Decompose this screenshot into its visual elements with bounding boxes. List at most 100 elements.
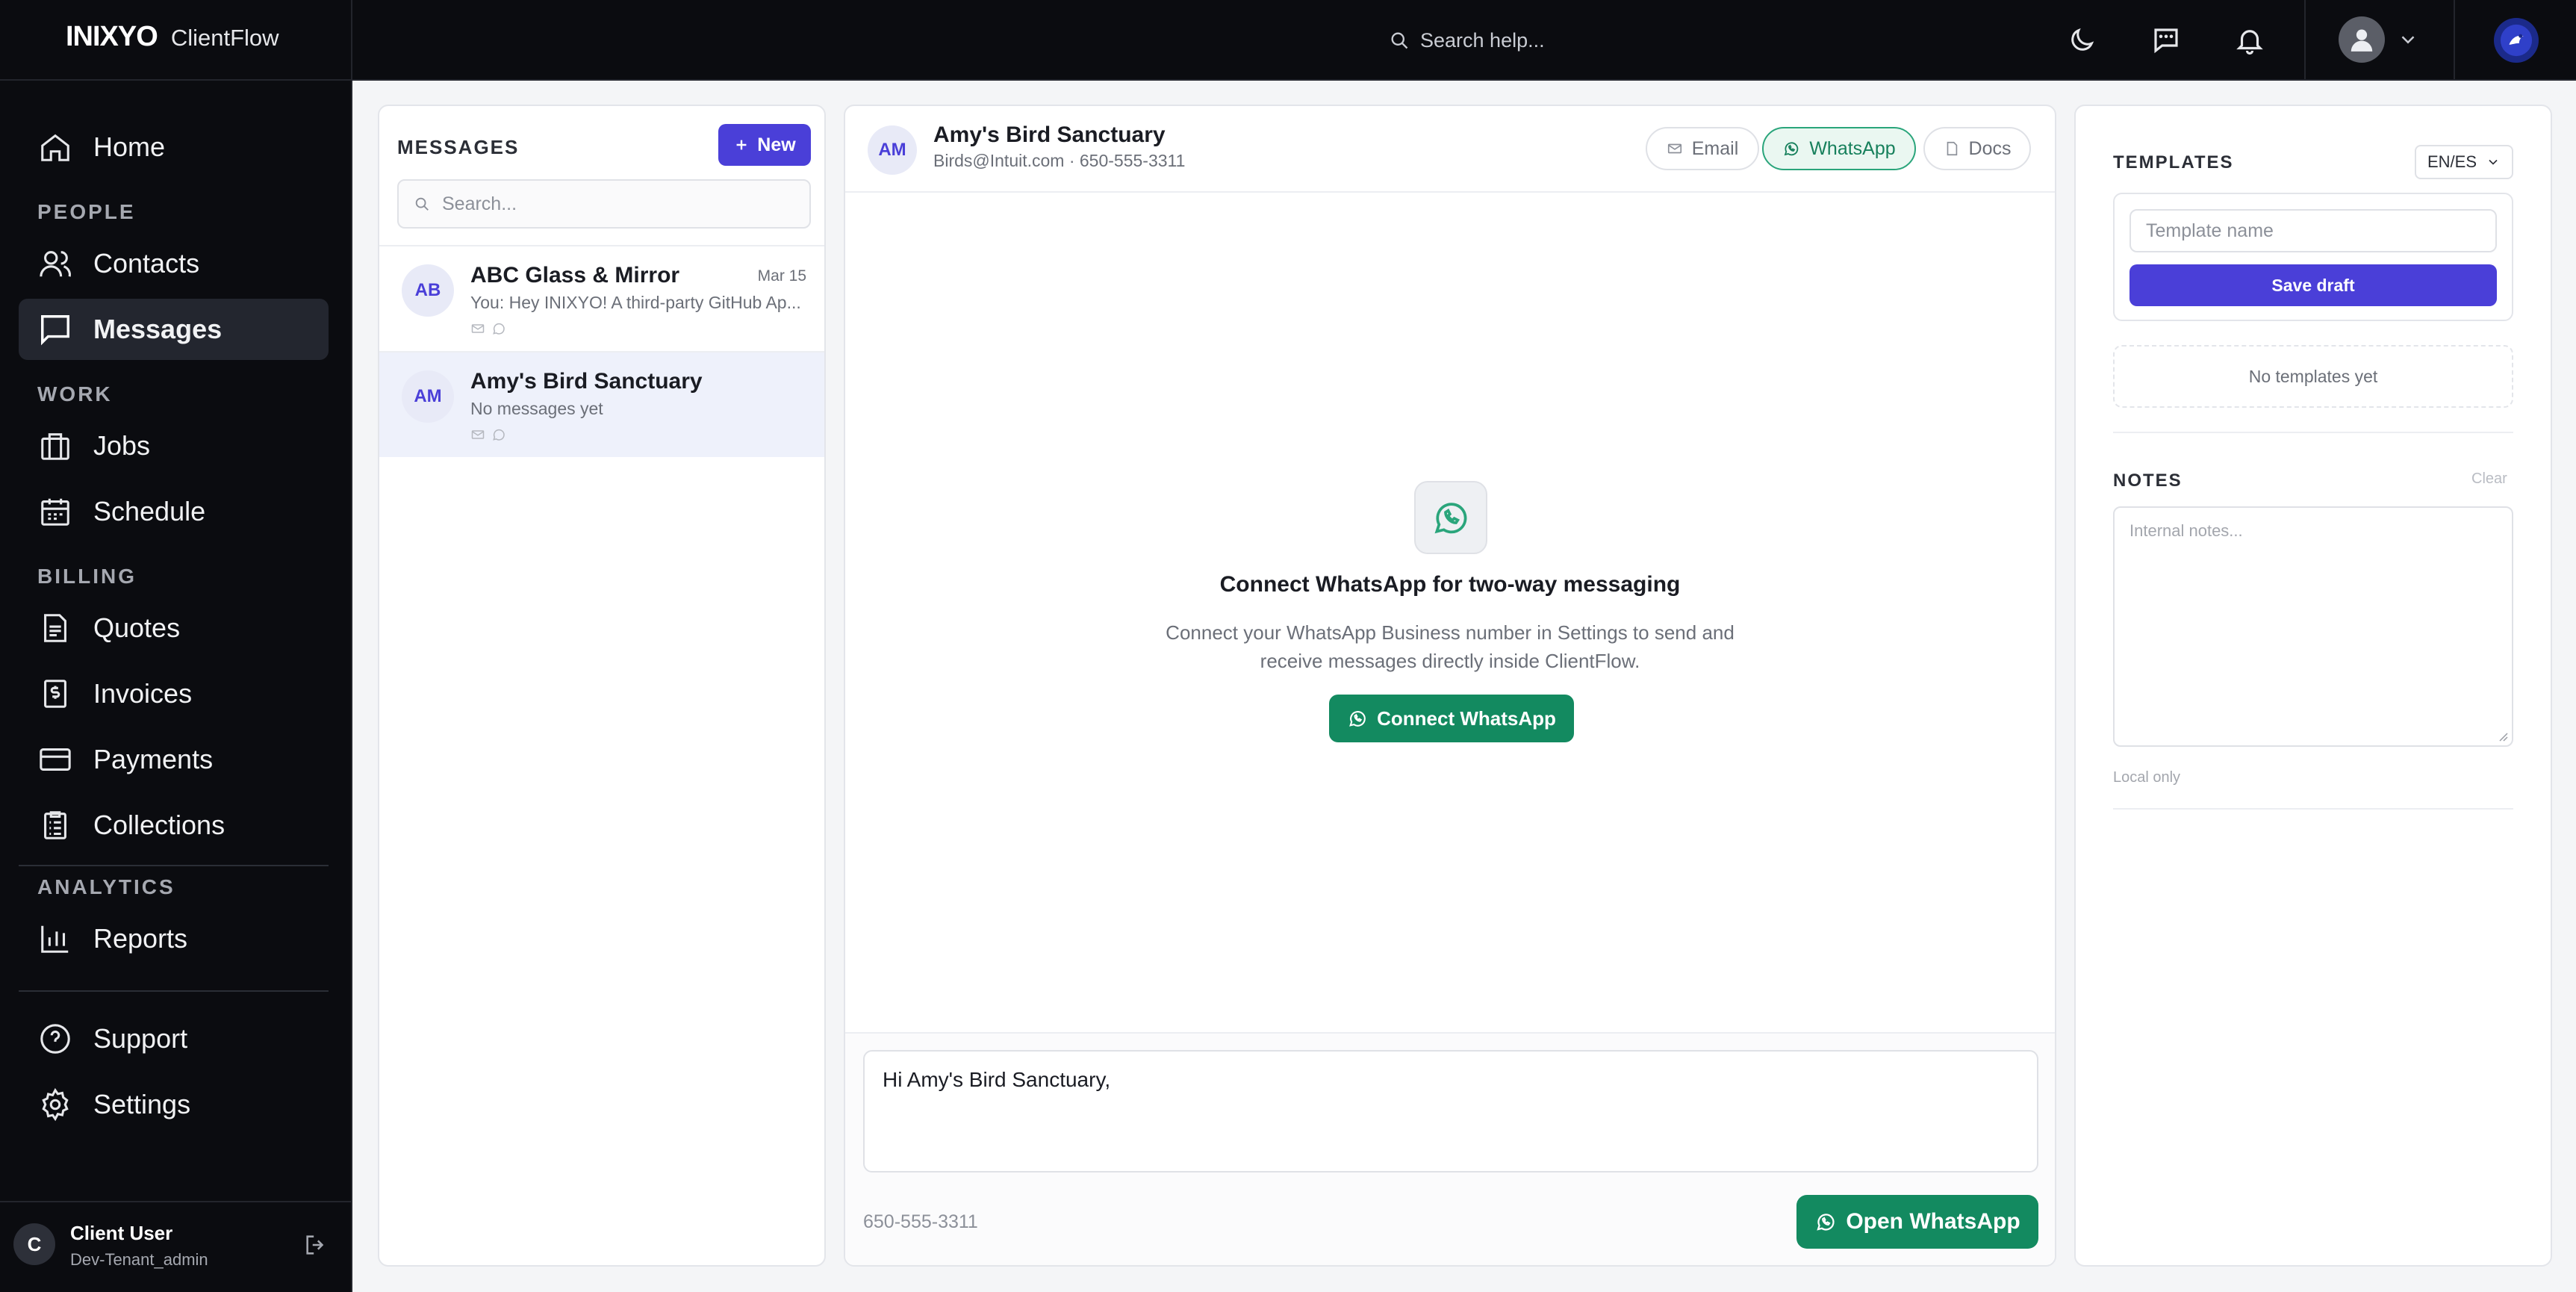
sidebar-item-label: Home [93,131,166,162]
logout-icon[interactable] [303,1232,329,1258]
plus-icon [736,140,747,150]
divider [2304,0,2306,81]
tab-label: Email [1691,137,1739,159]
tab-docs[interactable]: Docs [1923,127,2031,170]
chevron-down-icon[interactable] [2397,28,2419,51]
empty-state-description: Connect your WhatsApp Business number in… [1166,621,1735,672]
user-tenant: Dev-Tenant_admin [70,1250,208,1269]
tenant-badge[interactable] [2494,18,2539,63]
template-name-input[interactable]: Template name [2129,209,2497,252]
composer-area: Hi Amy's Bird Sanctuary, 650-555-3311 Op… [845,1032,2055,1265]
save-draft-button[interactable]: Save draft [2129,264,2497,306]
sidebar-item-home[interactable]: Home [19,117,329,178]
tab-email[interactable]: Email [1646,127,1759,170]
sidebar-item-payments[interactable]: Payments [19,729,329,790]
notes-title: NOTES [2113,470,2183,491]
moon-icon[interactable] [2061,19,2103,61]
connect-whatsapp-button[interactable]: Connect WhatsApp [1329,695,1574,742]
sidebar-item-collections[interactable]: Collections [19,795,329,856]
whatsapp-icon [493,429,505,441]
sidebar-item-label: Payments [93,744,214,774]
calendar-icon [41,498,69,526]
mail-icon [1667,143,1681,154]
new-message-button[interactable]: New [718,124,811,166]
sidebar-item-label: Reports [93,923,188,954]
sidebar-item-label: Collections [93,810,225,840]
conversation-date: Mar 15 [757,267,806,285]
nav-section-analytics: ANALYTICS [37,875,175,898]
contact-details: Birds@Intuit.com · 650-555-3311 [933,151,1186,170]
conversation-item-selected[interactable]: AM Amy's Bird Sanctuary No messages yet [379,351,824,457]
avatar: C [13,1223,55,1265]
bell-icon[interactable] [2229,19,2271,61]
help-circle-icon [40,1024,70,1054]
empty-state-title: Connect WhatsApp for two-way messaging [1219,572,1681,597]
whatsapp-icon [1414,481,1487,554]
notes-textarea[interactable]: Internal notes... [2113,506,2513,747]
clipboard-list-icon [44,811,66,839]
language-value: EN/ES [2427,152,2477,171]
brand[interactable]: INIXYO ClientFlow [66,21,279,58]
help-search[interactable]: Search help... [1389,19,1777,61]
no-templates-message: No templates yet [2113,345,2513,408]
sidebar-item-messages[interactable]: Messages [19,299,329,360]
language-select[interactable]: EN/ES [2415,145,2513,179]
search-icon [415,197,429,211]
search-icon [1389,30,1410,51]
sidebar-item-jobs[interactable]: Jobs [19,415,329,476]
divider [2113,808,2513,810]
conversation-name: ABC Glass & Mirror [470,263,680,288]
sidebar-item-label: Settings [93,1089,191,1119]
resize-handle-icon[interactable] [2495,729,2509,742]
mail-icon [471,324,485,333]
tab-label: WhatsApp [1809,137,1896,159]
sidebar-item-settings[interactable]: Settings [19,1074,329,1135]
whatsapp-icon [1349,711,1366,727]
clear-notes-button[interactable]: Clear [2471,470,2507,488]
sidebar-item-label: Invoices [93,678,193,709]
sidebar-item-label: Schedule [93,496,206,527]
nav-section-work: WORK [37,382,113,406]
channel-icons [470,321,506,336]
sidebar-item-reports[interactable]: Reports [19,908,329,969]
contact-name: Amy's Bird Sanctuary [933,122,1166,147]
brand-app-name: ClientFlow [170,25,279,51]
user-name: Client User [70,1222,173,1244]
gear-icon [42,1087,69,1122]
document-icon [1947,141,1957,156]
mail-icon [471,430,485,439]
message-composer[interactable]: Hi Amy's Bird Sanctuary, [863,1050,2038,1173]
conversation-search-input[interactable]: Search... [397,179,811,229]
avatar: AB [402,264,454,317]
sidebar-item-quotes[interactable]: Quotes [19,597,329,659]
user-profile[interactable]: C Client User Dev-Tenant_admin [0,1201,352,1292]
bar-chart-icon [41,925,69,953]
sidebar-item-invoices[interactable]: Invoices [19,663,329,724]
avatar: AM [868,125,917,175]
divider [19,990,329,992]
messages-list-panel: MESSAGES New Search... AB ABC Glass & Mi… [378,105,826,1267]
sidebar-item-label: Contacts [93,248,200,279]
help-search-placeholder: Search help... [1420,28,1545,52]
contacts-icon [40,251,71,277]
sidebar-item-label: Messages [93,314,223,344]
chat-header: AM Amy's Bird Sanctuary Birds@Intuit.com… [845,106,2055,193]
chat-icon[interactable] [2145,19,2187,61]
sidebar-item-support[interactable]: Support [19,1008,329,1069]
templates-title: TEMPLATES [2113,152,2234,173]
credit-card-icon [40,748,71,771]
avatar: AM [402,370,454,423]
whatsapp-icon [1784,142,1799,156]
message-square-icon [41,315,69,346]
user-avatar-icon[interactable] [2339,16,2385,63]
sidebar: Home PEOPLE Contacts Messages WORK Jobs … [0,81,352,1292]
tab-whatsapp[interactable]: WhatsApp [1762,127,1916,170]
open-whatsapp-button[interactable]: Open WhatsApp [1796,1195,2038,1249]
conversation-item[interactable]: AB ABC Glass & Mirror Mar 15 You: Hey IN… [379,245,824,351]
local-only-note: Local only [2113,769,2181,786]
sidebar-item-contacts[interactable]: Contacts [19,233,329,294]
open-whatsapp-label: Open WhatsApp [1846,1209,2020,1234]
sidebar-item-schedule[interactable]: Schedule [19,481,329,542]
dollar-receipt-icon [44,680,66,708]
briefcase-icon [41,433,69,460]
